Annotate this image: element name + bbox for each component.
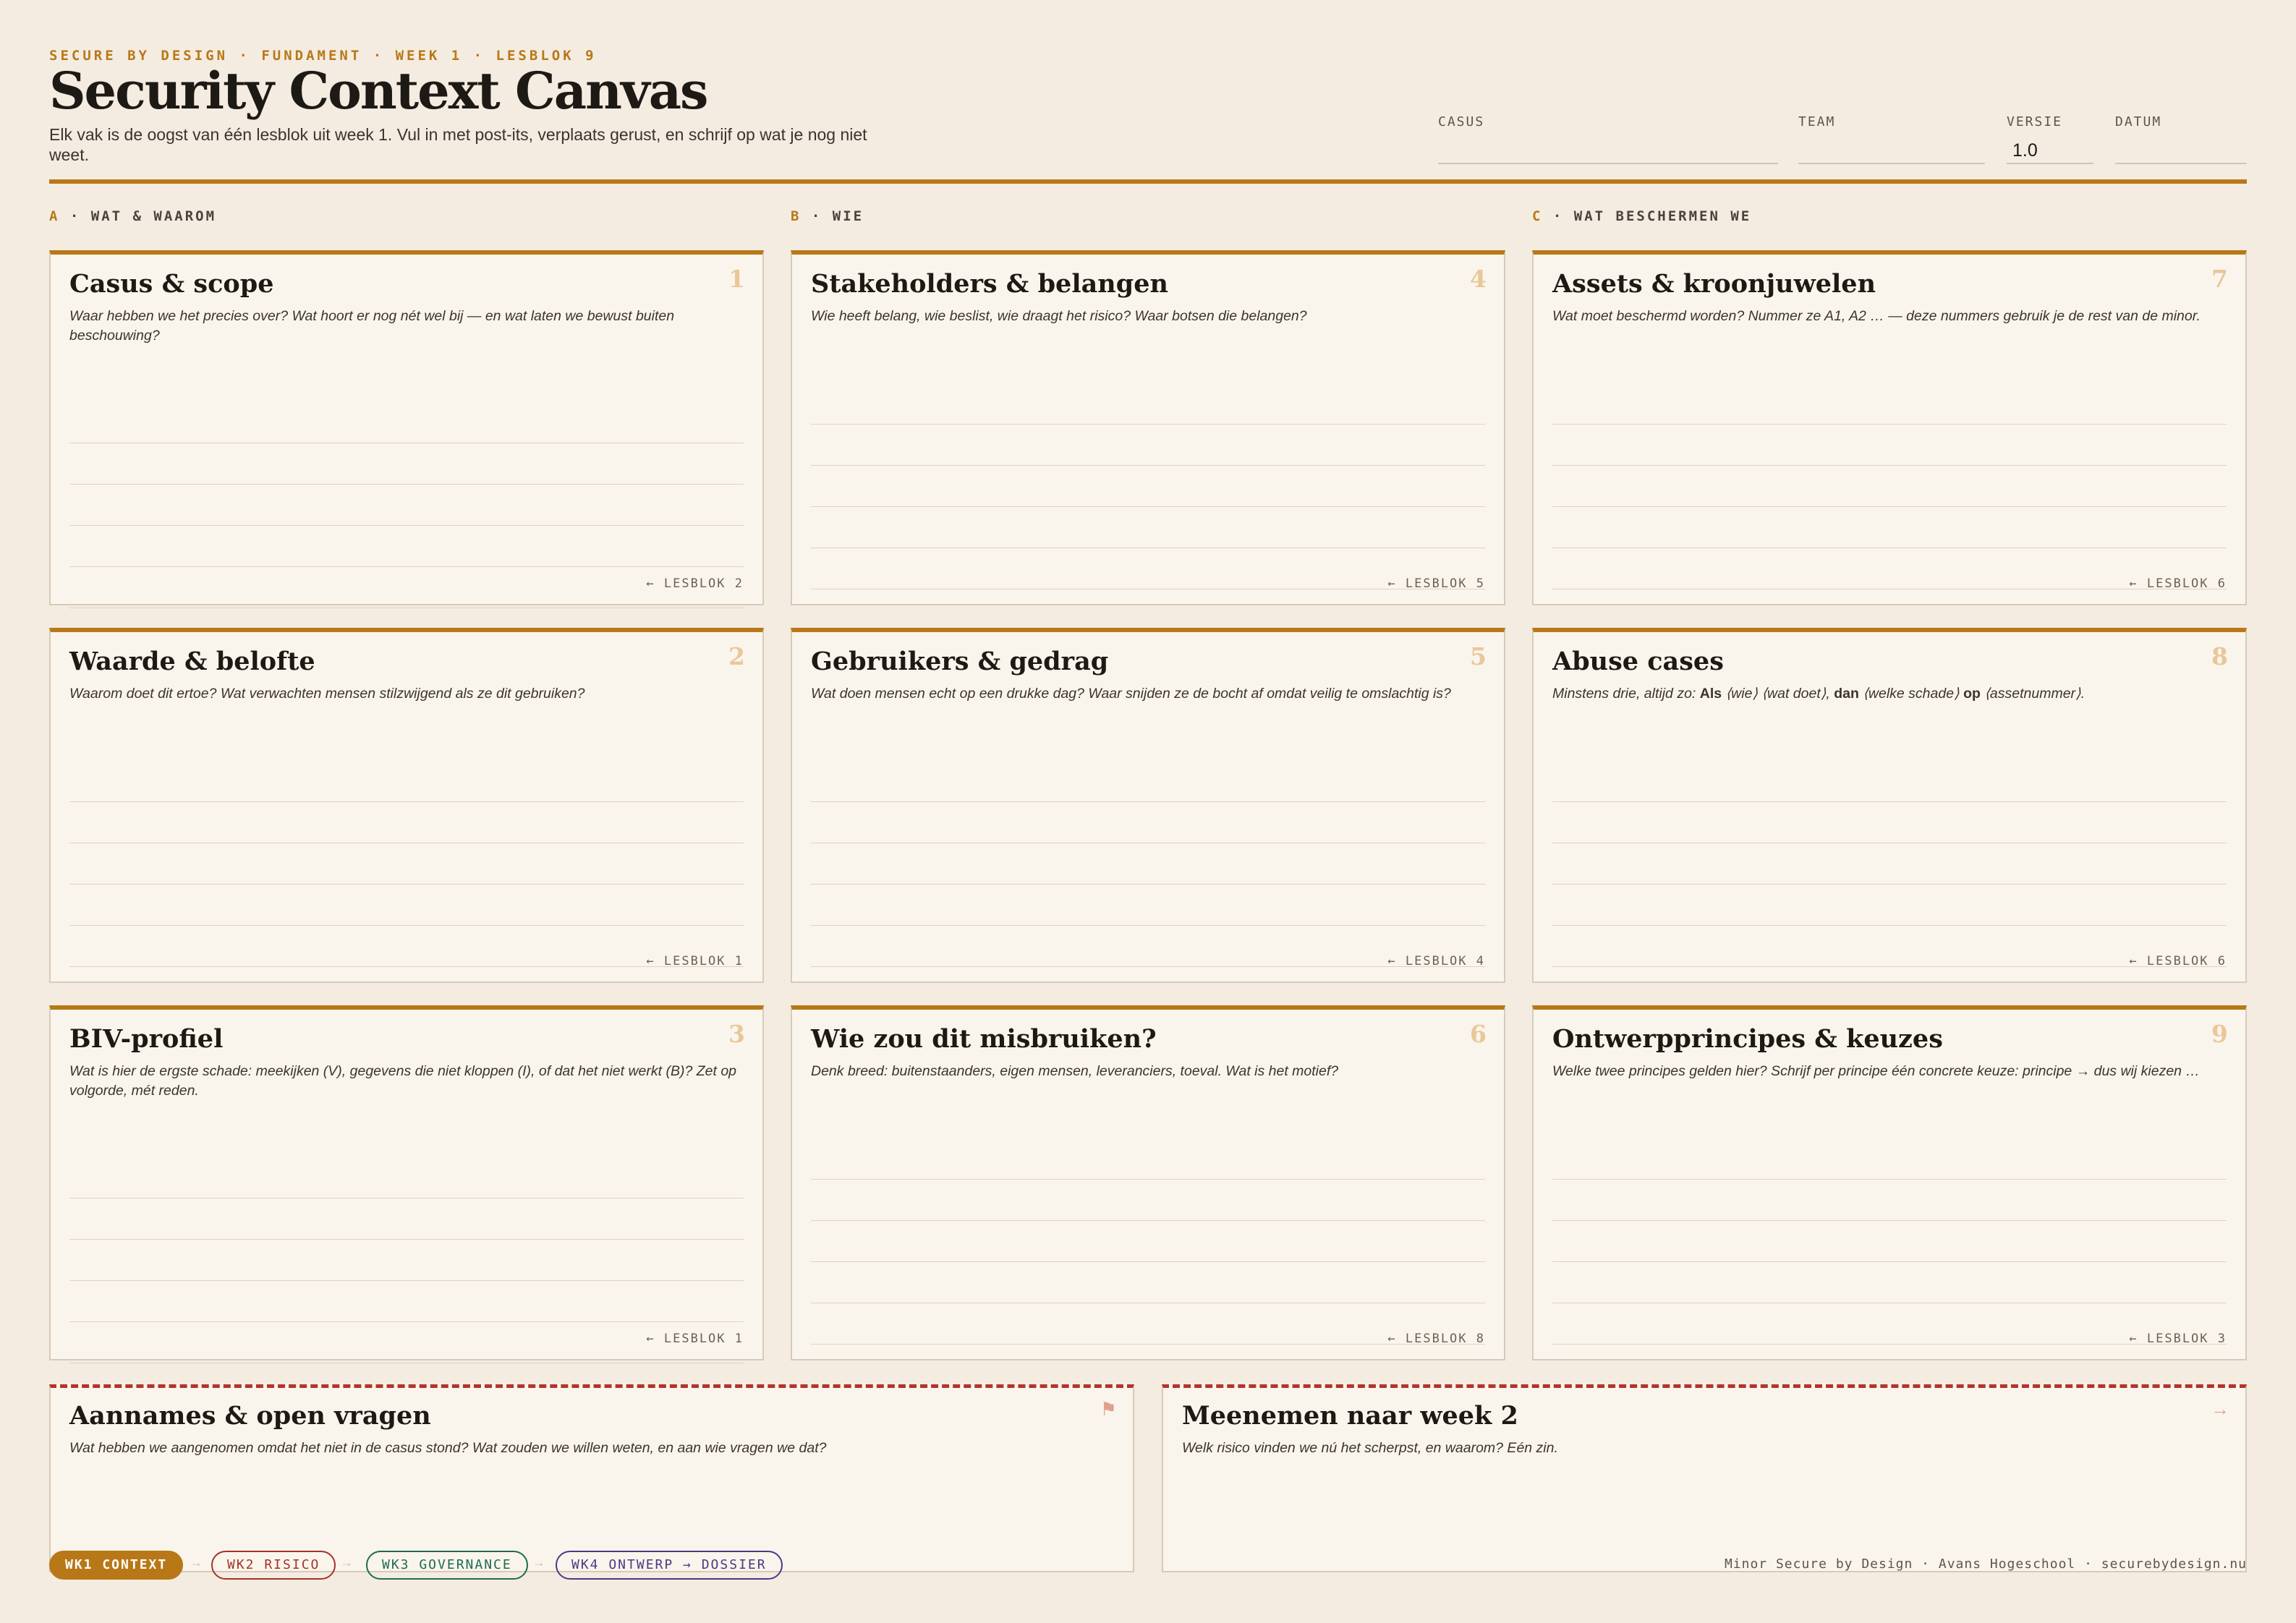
week4-ontwerp-pill[interactable]: WK4 ONTWERP → DOSSIER	[556, 1551, 783, 1580]
card-stakeholders[interactable]: Stakeholders & belangen 4 Wie heeft bela…	[791, 250, 1505, 605]
team-label: TEAM	[1798, 114, 1836, 129]
writing-lines[interactable]	[1552, 383, 2227, 589]
card-aannames[interactable]: Aannames & open vragen ⚑ Wat hebben we a…	[49, 1384, 1134, 1572]
card-assets[interactable]: Assets & kroonjuwelen 7 Wat moet bescher…	[1532, 250, 2247, 605]
writing-lines[interactable]	[811, 1138, 1485, 1345]
casus-field: CASUS	[1438, 114, 1778, 164]
versie-field: VERSIE 1.0	[2007, 114, 2093, 164]
card-number: 8	[2211, 642, 2228, 670]
card-prompt: Minstens drie, altijd zo: Als ⟨wie⟩ ⟨wat…	[1552, 686, 2085, 702]
card-prompt: Waarom doet dit ertoe? Wat verwachten me…	[69, 686, 585, 702]
card-title: Casus & scope	[69, 269, 274, 299]
writing-lines[interactable]	[69, 1157, 744, 1363]
card-misbruikers[interactable]: Wie zou dit misbruiken? 6 Denk breed: bu…	[791, 1005, 1505, 1360]
card-prompt: Wat doen mensen echt op een drukke dag? …	[811, 686, 1451, 702]
arrow-icon: →	[532, 1555, 545, 1569]
lesblok-reference: ← LESBLOK 1	[646, 1332, 744, 1346]
card-title: Stakeholders & belangen	[811, 269, 1168, 299]
card-prompt: Waar hebben we het precies over? Wat hoo…	[69, 308, 675, 344]
lesblok-reference: ← LESBLOK 1	[646, 954, 744, 968]
card-prompt: Wat is hier de ergste schade: meekijken …	[69, 1063, 737, 1099]
lesblok-reference: ← LESBLOK 2	[646, 576, 744, 591]
column-letter: C	[1532, 208, 1543, 224]
card-title: Aannames & open vragen	[69, 1401, 431, 1431]
datum-input[interactable]	[2115, 138, 2247, 164]
lesblok-reference: ← LESBLOK 8	[1387, 1332, 1485, 1346]
week3-governance-pill[interactable]: WK3 GOVERNANCE	[366, 1551, 528, 1580]
lesblok-reference: ← LESBLOK 3	[2129, 1332, 2227, 1346]
column-letter: A	[49, 208, 60, 224]
page-subtitle: Elk vak is de oogst van één lesblok uit …	[49, 125, 867, 164]
writing-lines[interactable]	[1552, 1138, 2227, 1345]
versie-label: VERSIE	[2007, 114, 2063, 129]
flag-icon: ⚑	[1100, 1398, 1117, 1420]
card-casus-scope[interactable]: Casus & scope 1 Waar hebben we het preci…	[49, 250, 764, 608]
card-number: 2	[728, 642, 745, 670]
footer: WK1 CONTEXT → WK2 RISICO → WK3 GOVERNANC…	[49, 1551, 2247, 1580]
card-title: Gebruikers & gedrag	[811, 647, 1109, 676]
card-title: Wie zou dit misbruiken?	[811, 1024, 1157, 1054]
card-number: 4	[1470, 265, 1487, 293]
card-prompt: Welke twee principes gelden hier? Schrij…	[1552, 1063, 2200, 1079]
card-number: 3	[728, 1020, 745, 1048]
week1-context-pill[interactable]: WK1 CONTEXT	[49, 1551, 184, 1580]
arrow-right-icon: →	[2211, 1398, 2229, 1420]
card-meenemen-week2[interactable]: Meenemen naar week 2 → Welk risico vinde…	[1162, 1384, 2247, 1572]
card-ontwerpprincipes[interactable]: Ontwerpprincipes & keuzes 9 Welke twee p…	[1532, 1005, 2247, 1360]
column-title: · WAT & WAAROM	[69, 208, 217, 224]
writing-lines[interactable]	[811, 383, 1485, 589]
card-number: 7	[2211, 265, 2228, 293]
versie-input[interactable]: 1.0	[2007, 138, 2093, 164]
card-number: 5	[1470, 642, 1487, 670]
team-input[interactable]	[1798, 138, 1985, 164]
column-title: · WAT BESCHERMEN WE	[1552, 208, 1752, 224]
card-number: 9	[2211, 1020, 2228, 1048]
card-title: Abuse cases	[1552, 647, 1724, 676]
column-label-c: C · WAT BESCHERMEN WE	[1532, 208, 1751, 224]
week2-risico-pill[interactable]: WK2 RISICO	[211, 1551, 336, 1580]
page-title: Security Context Canvas	[49, 61, 708, 121]
card-waarde-belofte[interactable]: Waarde & belofte 2 Waarom doet dit ertoe…	[49, 628, 764, 983]
column-title: · WIE	[811, 208, 864, 224]
header-divider	[49, 179, 2247, 184]
lesblok-reference: ← LESBLOK 6	[2129, 576, 2227, 591]
team-field: TEAM	[1798, 114, 1985, 164]
card-abuse-cases[interactable]: Abuse cases 8 Minstens drie, altijd zo: …	[1532, 628, 2247, 983]
card-title: Assets & kroonjuwelen	[1552, 269, 1876, 299]
writing-lines[interactable]	[1552, 761, 2227, 967]
datum-field: DATUM	[2115, 114, 2247, 164]
column-label-b: B · WIE	[791, 208, 864, 224]
arrow-icon: →	[340, 1555, 353, 1569]
casus-input[interactable]	[1438, 138, 1778, 164]
card-prompt: Denk breed: buitenstaanders, eigen mense…	[811, 1063, 1339, 1079]
writing-lines[interactable]	[69, 761, 744, 967]
lesblok-reference: ← LESBLOK 6	[2129, 954, 2227, 968]
card-title: Meenemen naar week 2	[1182, 1401, 1518, 1431]
footer-credits: Minor Secure by Design · Avans Hogeschoo…	[1724, 1556, 2247, 1572]
writing-lines[interactable]	[69, 402, 744, 608]
card-prompt: Wie heeft belang, wie beslist, wie draag…	[811, 308, 1307, 324]
card-title: BIV-profiel	[69, 1024, 224, 1054]
card-number: 6	[1470, 1020, 1487, 1048]
card-prompt: Welk risico vinden we nú het scherpst, e…	[1182, 1440, 1558, 1456]
card-title: Waarde & belofte	[69, 647, 315, 676]
writing-lines[interactable]	[811, 761, 1485, 967]
card-prompt: Wat hebben we aangenomen omdat het niet …	[69, 1440, 827, 1456]
card-biv-profiel[interactable]: BIV-profiel 3 Wat is hier de ergste scha…	[49, 1005, 764, 1363]
column-letter: B	[791, 208, 802, 224]
arrow-icon: →	[190, 1555, 203, 1569]
card-prompt: Wat moet beschermd worden? Nummer ze A1,…	[1552, 308, 2201, 324]
lesblok-reference: ← LESBLOK 4	[1387, 954, 1485, 968]
casus-label: CASUS	[1438, 114, 1485, 129]
datum-label: DATUM	[2115, 114, 2162, 129]
column-label-a: A · WAT & WAAROM	[49, 208, 216, 224]
lesblok-reference: ← LESBLOK 5	[1387, 576, 1485, 591]
card-title: Ontwerpprincipes & keuzes	[1552, 1024, 1943, 1054]
card-gebruikers-gedrag[interactable]: Gebruikers & gedrag 5 Wat doen mensen ec…	[791, 628, 1505, 983]
card-number: 1	[728, 265, 745, 293]
